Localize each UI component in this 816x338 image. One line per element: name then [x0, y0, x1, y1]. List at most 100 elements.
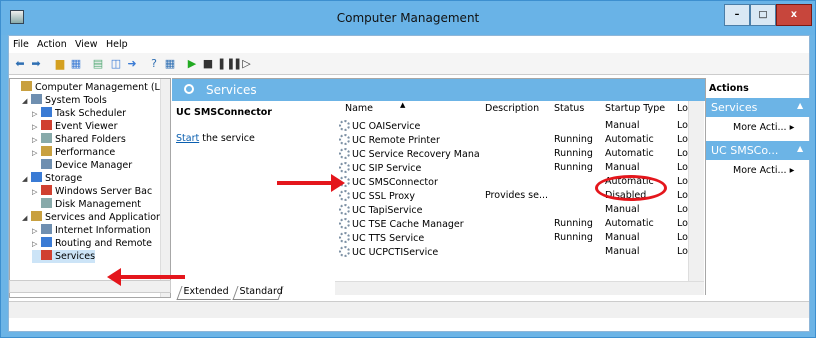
maximize-button[interactable]: □ — [750, 4, 776, 26]
column-name[interactable]: Name — [345, 103, 373, 117]
tree-item[interactable]: ◢ System Tools — [22, 94, 107, 107]
service-name: UC SIP Service — [339, 162, 479, 174]
service-startup: Manual — [605, 162, 640, 173]
service-row[interactable]: UC TapiService Manual Lo — [335, 203, 705, 217]
service-gear-icon — [339, 232, 350, 243]
column-status[interactable]: Status — [554, 103, 584, 117]
restart-service-icon[interactable]: ❚▷ — [233, 57, 251, 71]
service-row[interactable]: UC OAIService Manual Lo — [335, 119, 705, 133]
forward-icon[interactable]: ➡ — [29, 57, 43, 71]
back-icon[interactable]: ⬅ — [13, 57, 27, 71]
show-hide-tree-icon[interactable]: ▦ — [69, 57, 83, 71]
tree-item[interactable]: Services — [32, 250, 96, 263]
service-row[interactable]: UC SIP Service Running Manual Lo — [335, 161, 705, 175]
start-service-icon[interactable]: ▶ — [185, 57, 199, 71]
tree-item[interactable]: ▷ Routing and Remote — [32, 237, 152, 250]
service-row[interactable]: UC Remote Printer Running Automatic Lo — [335, 133, 705, 147]
actions-section-services[interactable]: Services ▲ — [706, 98, 810, 117]
navigation-tree: Computer Management (Lo ◢ System Tools ▷ Tas… — [9, 78, 171, 298]
tab-extended[interactable]: Extended — [176, 286, 236, 300]
service-name: UC TSE Cache Manager — [339, 218, 479, 230]
tree-item[interactable]: ▷ Performance — [32, 146, 115, 159]
expander-icon[interactable]: ◢ — [22, 212, 31, 225]
tree-item[interactable]: ◢ Storage — [22, 172, 82, 185]
refresh-icon[interactable]: ◫ — [109, 57, 123, 71]
tree-item[interactable]: ▷ Windows Server Bac — [32, 185, 152, 198]
tree-item[interactable]: ▷ Event Viewer — [32, 120, 118, 133]
tree-item-label: Shared Folders — [55, 134, 126, 145]
service-row[interactable]: UC UCPCTIService Manual Lo — [335, 245, 705, 259]
tree-node-icon — [41, 120, 52, 130]
tree-item[interactable]: Disk Management — [32, 198, 141, 211]
tree-item-label: Services and Application — [45, 212, 163, 223]
tree-horizontal-scrollbar[interactable] — [9, 280, 171, 293]
tree-item[interactable]: Device Manager — [32, 159, 132, 172]
tree-item[interactable]: ◢ Services and Application — [22, 211, 162, 224]
service-logon: Lo — [677, 162, 688, 173]
pause-service-icon[interactable]: ❚❚ — [217, 57, 235, 71]
tree-item[interactable]: Computer Management (Lo — [12, 81, 166, 94]
action-pane-icon[interactable]: ▦ — [163, 57, 177, 71]
start-service-rest: the service — [199, 133, 255, 144]
service-name: UC SSL Proxy — [339, 190, 479, 202]
tree-node-icon — [41, 107, 52, 117]
title-bar[interactable]: Computer Management – □ x — [1, 1, 815, 35]
column-startup-type[interactable]: Startup Type — [605, 103, 665, 117]
properties-icon[interactable]: ▤ — [91, 57, 105, 71]
expander-icon[interactable]: ◢ — [22, 173, 31, 186]
expander-icon[interactable]: ◢ — [22, 95, 31, 108]
service-status: Running — [554, 162, 593, 173]
service-logon: Lo — [677, 246, 688, 257]
tree-node-icon — [31, 172, 42, 182]
tree-item[interactable]: ▷ Task Scheduler — [32, 107, 126, 120]
menu-action[interactable]: Action — [37, 39, 67, 50]
service-row[interactable]: UC Service Recovery Manag... Running Autom… — [335, 147, 705, 161]
service-row[interactable]: UC TSE Cache Manager Running Automatic Lo — [335, 217, 705, 231]
services-gear-icon — [184, 84, 194, 94]
service-status: Running — [554, 134, 593, 145]
list-horizontal-scrollbar[interactable] — [335, 281, 704, 295]
service-gear-icon — [339, 204, 350, 215]
column-description[interactable]: Description — [485, 103, 539, 117]
selected-service-name: UC SMSConnector — [176, 107, 272, 118]
more-actions-selected[interactable]: More Acti... ▸ — [733, 165, 794, 176]
menu-view[interactable]: View — [75, 39, 98, 50]
service-startup: Manual — [605, 232, 640, 243]
stop-service-icon[interactable]: ■ — [201, 57, 215, 71]
service-logon: Lo — [677, 148, 688, 159]
tab-standard[interactable]: Standard — [232, 286, 284, 300]
annotation-arrow-to-tree — [119, 275, 185, 279]
minimize-button[interactable]: – — [724, 4, 750, 26]
close-button[interactable]: x — [776, 4, 812, 26]
tree-vertical-scrollbar[interactable] — [160, 79, 170, 297]
tree-node-icon — [41, 185, 52, 195]
tree-item[interactable]: ▷ Internet Information — [32, 224, 151, 237]
collapse-icon: ▲ — [797, 144, 804, 153]
submenu-arrow-icon: ▸ — [789, 165, 795, 176]
menu-file[interactable]: File — [13, 39, 29, 50]
service-row[interactable]: UC TTS Service Running Manual Lo — [335, 231, 705, 245]
column-log-on-as[interactable]: Lo — [677, 103, 688, 117]
menu-bar: File Action View Help — [9, 36, 809, 53]
service-gear-icon — [339, 120, 350, 131]
start-service-link[interactable]: Start — [176, 133, 199, 144]
annotation-arrow-to-service — [277, 181, 337, 185]
actions-section-selected[interactable]: UC SMSCo... ▲ — [706, 141, 810, 160]
service-startup: Manual — [605, 246, 640, 257]
actions-title: Actions — [709, 83, 749, 94]
tree-node-icon — [41, 146, 52, 156]
tree-node-icon — [41, 224, 52, 234]
computer-management-window: Computer Management – □ x File Action Vi… — [0, 0, 816, 338]
window-title: Computer Management — [336, 11, 480, 25]
up-folder-icon[interactable]: ▆ — [53, 57, 67, 71]
tree-item[interactable]: ▷ Shared Folders — [32, 133, 126, 146]
more-actions-services[interactable]: More Acti... ▸ — [733, 122, 794, 133]
list-vertical-scrollbar[interactable] — [688, 101, 704, 286]
menu-help[interactable]: Help — [106, 39, 128, 50]
export-list-icon[interactable]: ➜ — [125, 57, 139, 71]
tree-item-label: Device Manager — [55, 160, 133, 171]
service-name: UC SMSConnector — [339, 176, 479, 188]
service-logon: Lo — [677, 176, 688, 187]
help-icon[interactable]: ? — [147, 57, 161, 71]
service-startup: Manual — [605, 120, 640, 131]
